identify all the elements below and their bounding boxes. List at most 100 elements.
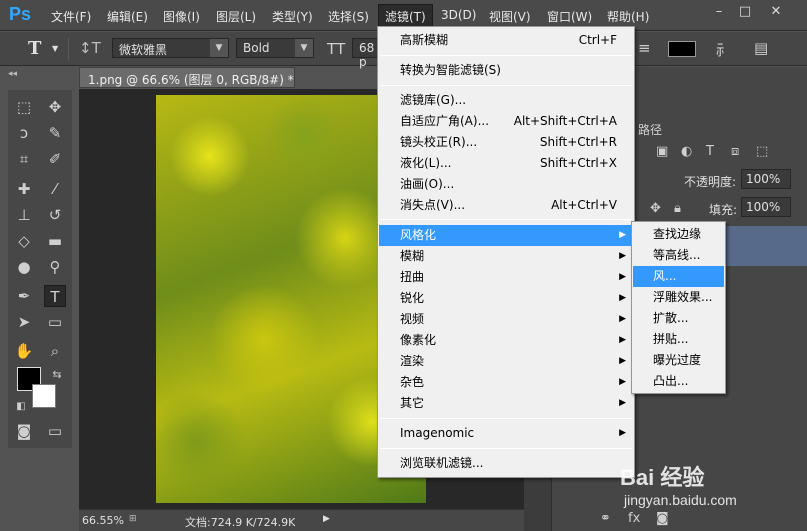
tab-paths[interactable]: 路径 bbox=[638, 121, 662, 138]
menu-edit[interactable]: 编辑(E) bbox=[107, 8, 148, 25]
menu-separator bbox=[380, 418, 632, 419]
font-style-select[interactable]: Bold ▼ bbox=[236, 38, 314, 58]
lock-position-icon[interactable]: ✥ bbox=[650, 201, 661, 216]
font-family-select[interactable]: 微软雅黑 ▼ bbox=[112, 38, 229, 58]
menu-item-noise[interactable]: 杂色 ▶ bbox=[379, 372, 633, 393]
dodge-icon[interactable]: ⚲ bbox=[44, 256, 66, 278]
submenu-item-find-edges[interactable]: 查找边缘 bbox=[633, 224, 724, 245]
maximize-button[interactable]: □ bbox=[738, 5, 752, 19]
status-menu-arrow-icon[interactable]: ▶ bbox=[323, 514, 330, 524]
menu-item-imagenomic[interactable]: Imagenomic ▶ bbox=[379, 423, 633, 444]
type-icon[interactable]: T bbox=[44, 285, 66, 307]
layer-filter-pixel-icon[interactable]: ▣ bbox=[656, 144, 668, 159]
menu-window[interactable]: 窗口(W) bbox=[547, 8, 592, 25]
marquee-icon[interactable]: ⬚ bbox=[13, 96, 35, 118]
align-right-icon[interactable]: ≡ bbox=[638, 39, 651, 57]
lasso-icon[interactable]: ↄ bbox=[13, 122, 35, 144]
menu-item-liquify[interactable]: 液化(L)... Shift+Ctrl+X bbox=[379, 153, 633, 174]
menu-item-gaussian-blur[interactable]: 高斯模糊 Ctrl+F bbox=[379, 30, 633, 51]
menu-item-other[interactable]: 其它 ▶ bbox=[379, 393, 633, 414]
menu-select[interactable]: 选择(S) bbox=[328, 8, 369, 25]
hand-icon[interactable]: ✋ bbox=[13, 340, 35, 362]
menu-item-render[interactable]: 渲染 ▶ bbox=[379, 351, 633, 372]
gradient-icon[interactable]: ▬ bbox=[44, 230, 66, 252]
history-brush-icon[interactable]: ↺ bbox=[44, 204, 66, 226]
zoom-level[interactable]: 66.55% bbox=[82, 514, 124, 527]
submenu-item-solarize[interactable]: 曝光过度 bbox=[633, 350, 724, 371]
crop-icon[interactable]: ⌗ bbox=[13, 148, 35, 170]
healing-brush-icon[interactable]: ✚ bbox=[13, 178, 35, 200]
submenu-arrow-icon: ▶ bbox=[619, 251, 626, 261]
warp-text-icon[interactable]: ⺬ bbox=[716, 39, 731, 60]
submenu-item-emboss[interactable]: 浮雕效果... bbox=[633, 287, 724, 308]
submenu-item-extrude[interactable]: 凸出... bbox=[633, 371, 724, 392]
screen-mode-icon[interactable]: ▭ bbox=[44, 420, 66, 442]
menu-item-label: 视频 bbox=[400, 312, 425, 326]
rectangle-icon[interactable]: ▭ bbox=[44, 311, 66, 333]
character-panel-icon[interactable]: ▤ bbox=[754, 39, 768, 57]
quick-select-icon[interactable]: ✎ bbox=[44, 122, 66, 144]
blur-icon[interactable]: ● bbox=[13, 256, 35, 278]
layer-row[interactable] bbox=[722, 226, 807, 266]
menu-item-pixelate[interactable]: 像素化 ▶ bbox=[379, 330, 633, 351]
menu-item-convert-smart-filter[interactable]: 转换为智能滤镜(S) bbox=[379, 60, 633, 81]
menu-image[interactable]: 图像(I) bbox=[163, 8, 200, 25]
swap-colors-icon[interactable]: ⇆ bbox=[46, 364, 68, 386]
menu-layer[interactable]: 图层(L) bbox=[216, 8, 256, 25]
link-layers-icon[interactable]: ⚭ bbox=[600, 511, 611, 526]
fill-field[interactable]: 100% bbox=[741, 197, 791, 217]
menu-type[interactable]: 类型(Y) bbox=[272, 8, 313, 25]
menu-item-browse-online-filters[interactable]: 浏览联机滤镜... bbox=[379, 453, 633, 474]
chevron-down-icon[interactable]: ▼ bbox=[52, 44, 58, 53]
background-color-swatch[interactable] bbox=[32, 384, 56, 408]
opacity-field[interactable]: 100% bbox=[741, 169, 791, 189]
brush-icon[interactable]: ⁄ bbox=[44, 178, 66, 200]
menu-item-oil-paint[interactable]: 油画(O)... bbox=[379, 174, 633, 195]
zoom-icon[interactable]: ⌕ bbox=[44, 340, 66, 362]
path-select-icon[interactable]: ➤ bbox=[13, 311, 35, 333]
lock-all-icon[interactable]: 🔒︎ bbox=[674, 201, 681, 216]
menu-view[interactable]: 视图(V) bbox=[489, 8, 531, 25]
collapse-arrows-icon[interactable]: ◂◂ bbox=[8, 69, 17, 79]
layer-filter-shape-icon[interactable]: ⧈ bbox=[731, 144, 739, 159]
pen-icon[interactable]: ✒ bbox=[13, 285, 35, 307]
layer-filter-smart-icon[interactable]: ⬚ bbox=[756, 144, 768, 159]
menu-item-adaptive-wide-angle[interactable]: 自适应广角(A)... Alt+Shift+Ctrl+A bbox=[379, 111, 633, 132]
submenu-item-tiles[interactable]: 拼贴... bbox=[633, 329, 724, 350]
document-tab[interactable]: 1.png @ 66.6% (图层 0, RGB/8#) * × bbox=[79, 67, 295, 88]
menu-item-label: 高斯模糊 bbox=[400, 33, 449, 47]
menu-help[interactable]: 帮助(H) bbox=[607, 8, 649, 25]
close-window-button[interactable]: ✕ bbox=[769, 5, 783, 19]
eraser-icon[interactable]: ◇ bbox=[13, 230, 35, 252]
menu-item-sharpen[interactable]: 锐化 ▶ bbox=[379, 288, 633, 309]
menu-item-distort[interactable]: 扭曲 ▶ bbox=[379, 267, 633, 288]
menu-item-stylize[interactable]: 风格化 ▶ bbox=[379, 225, 633, 246]
menu-item-vanishing-point[interactable]: 消失点(V)... Alt+Ctrl+V bbox=[379, 195, 633, 216]
submenu-item-diffuse[interactable]: 扩散... bbox=[633, 308, 724, 329]
status-bar: 66.55% ⊞ 文档:724.9 K/724.9K ▶ bbox=[79, 509, 524, 531]
layer-filter-adjust-icon[interactable]: ◐ bbox=[681, 144, 692, 159]
menu-item-blur[interactable]: 模糊 ▶ bbox=[379, 246, 633, 267]
default-colors-icon[interactable]: ◧ bbox=[10, 396, 32, 418]
menu-file[interactable]: 文件(F) bbox=[51, 8, 91, 25]
menu-item-label: 像素化 bbox=[400, 333, 437, 347]
eyedropper-icon[interactable]: ✐ bbox=[44, 148, 66, 170]
status-info-icon[interactable]: ⊞ bbox=[129, 514, 137, 524]
quick-mask-icon[interactable]: ◙ bbox=[13, 420, 35, 442]
menu-item-video[interactable]: 视频 ▶ bbox=[379, 309, 633, 330]
clone-stamp-icon[interactable]: ⊥ bbox=[13, 204, 35, 226]
submenu-item-trace-contour[interactable]: 等高线... bbox=[633, 245, 724, 266]
type-tool-preset-icon[interactable]: T bbox=[28, 38, 41, 59]
menu-item-lens-correction[interactable]: 镜头校正(R)... Shift+Ctrl+R bbox=[379, 132, 633, 153]
submenu-item-wind[interactable]: 风... bbox=[633, 266, 724, 287]
layer-filter-type-icon[interactable]: T bbox=[706, 144, 714, 159]
submenu-arrow-icon: ▶ bbox=[619, 293, 626, 303]
text-orientation-icon[interactable]: ↕T bbox=[79, 39, 101, 57]
text-color-swatch[interactable] bbox=[668, 41, 696, 57]
minimize-button[interactable]: – bbox=[712, 5, 726, 19]
font-size-field[interactable]: 68 p bbox=[352, 38, 380, 69]
document-tab-title: 1.png @ 66.6% (图层 0, RGB/8#) * bbox=[88, 73, 294, 87]
menu-item-filter-gallery[interactable]: 滤镜库(G)... bbox=[379, 90, 633, 111]
move-icon[interactable]: ✥ bbox=[44, 96, 66, 118]
menu-3d[interactable]: 3D(D) bbox=[441, 8, 476, 22]
